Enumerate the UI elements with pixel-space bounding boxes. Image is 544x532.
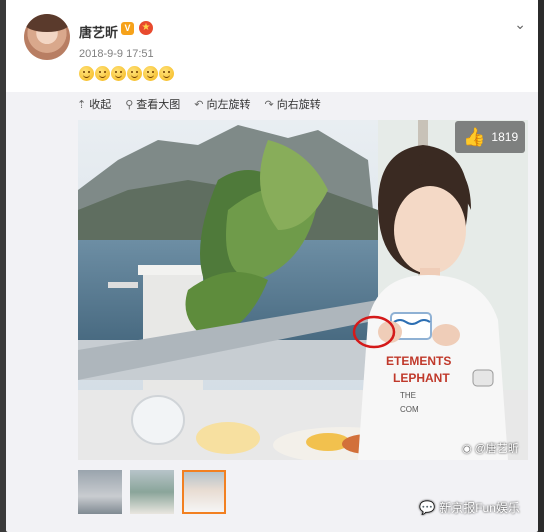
smile-emoji-icon (159, 66, 174, 81)
avatar[interactable] (24, 14, 70, 60)
post-photo[interactable]: ETEMENTS LEPHANT THE COM (78, 120, 528, 460)
shirt-print-line1: ETEMENTS (386, 354, 451, 368)
rotate-right-button[interactable]: ↷ 向右旋转 (265, 96, 321, 112)
post-timestamp[interactable]: 2018-9-9 17:51 (79, 48, 154, 60)
like-counter[interactable]: 👍 1819 (455, 121, 525, 153)
view-large-button[interactable]: ⚲ 查看大图 (125, 96, 180, 112)
smile-emoji-icon (111, 66, 126, 81)
chevron-down-icon[interactable]: ⌄ (514, 16, 526, 33)
thumbnail-2[interactable] (130, 470, 174, 514)
rotate-left-button[interactable]: ↶ 向左旋转 (194, 96, 250, 112)
view-large-label: 查看大图 (136, 99, 181, 111)
thumbnail-1[interactable] (78, 470, 122, 514)
weibo-logo-icon: ◉ (462, 442, 472, 455)
rotate-left-icon: ↶ (194, 98, 204, 111)
thumbnail-3-selected[interactable] (182, 470, 226, 514)
brand-text: 新京报Fun娱乐 (439, 501, 520, 515)
weibo-post-card: 唐艺昕 V ★ 2018-9-9 17:51 ⌄ ⇡ 收起 ⚲ 查看大图 ↶ 向… (6, 0, 538, 532)
like-count: 1819 (491, 130, 519, 144)
username[interactable]: 唐艺昕 (79, 22, 118, 41)
rotate-right-label: 向右旋转 (276, 99, 321, 111)
watermark-text: @唐艺昕 (474, 443, 519, 455)
smile-emoji-icon (79, 66, 94, 81)
shirt-print-line3: THE (400, 391, 416, 400)
wechat-icon: 💬 (419, 499, 436, 515)
rotate-right-icon: ↷ (264, 98, 274, 111)
collapse-icon: ⇡ (77, 98, 87, 111)
photo-watermark: ◉ @唐艺昕 (462, 440, 519, 456)
shirt-print-line4: COM (400, 405, 419, 414)
post-header: 唐艺昕 V ★ 2018-9-9 17:51 ⌄ (6, 0, 538, 92)
collapse-button[interactable]: ⇡ 收起 (77, 96, 111, 112)
smile-emoji-icon (95, 66, 110, 81)
thumbs-up-icon: 👍 (463, 126, 486, 147)
emoji-row (79, 66, 174, 81)
medal-icon: ★ (139, 21, 153, 35)
brand-watermark: 💬 新京报Fun娱乐 (419, 499, 520, 516)
collapse-label: 收起 (89, 99, 112, 111)
verified-badge-icon: V (121, 22, 134, 35)
magnifier-icon: ⚲ (125, 98, 134, 111)
smile-emoji-icon (143, 66, 158, 81)
image-toolbar: ⇡ 收起 ⚲ 查看大图 ↶ 向左旋转 ↷ 向右旋转 (77, 96, 321, 112)
photo-illustration: ETEMENTS LEPHANT THE COM (78, 120, 528, 460)
shirt-print-line2: LEPHANT (393, 371, 450, 385)
rotate-left-label: 向左旋转 (206, 99, 251, 111)
smile-emoji-icon (127, 66, 142, 81)
thumbnail-strip (78, 470, 226, 514)
